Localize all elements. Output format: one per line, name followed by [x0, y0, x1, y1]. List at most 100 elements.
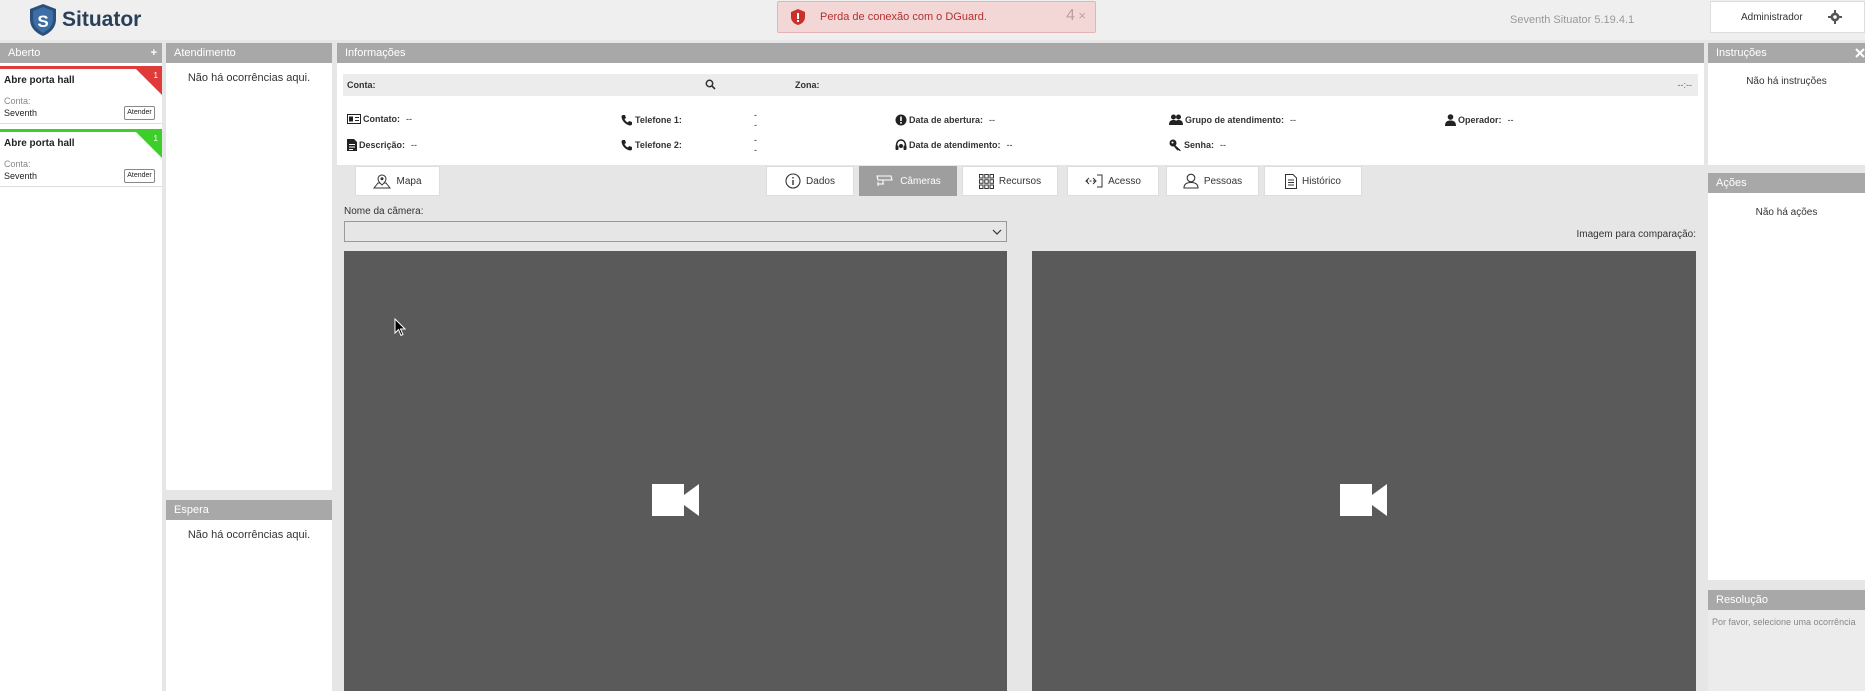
opening-date-value: -- — [989, 115, 996, 125]
password-value: -- — [1220, 140, 1227, 150]
instructions-panel-header: Instruções — [1708, 43, 1865, 63]
phone-icon — [621, 140, 632, 151]
camera-select[interactable] — [344, 221, 1007, 242]
history-document-icon — [1285, 173, 1298, 189]
service-group-label: Grupo de atendimento: — [1185, 114, 1284, 125]
wait-empty-text: Não há ocorrências aqui. — [187, 529, 311, 541]
actions-panel: Ações Não há ações — [1708, 173, 1865, 580]
user-icon — [1445, 114, 1456, 126]
attend-button[interactable]: Atender — [124, 169, 155, 183]
security-camera-icon — [876, 175, 893, 186]
wait-panel: Espera Não há ocorrências aqui. — [166, 500, 332, 691]
service-date-label: Data de atendimento: — [909, 140, 1001, 150]
alert-shield-icon — [791, 9, 805, 25]
description-field: Descrição: -- — [347, 139, 417, 151]
search-icon[interactable] — [705, 79, 716, 90]
tab-cameras[interactable]: Câmeras — [859, 166, 957, 196]
tab-resources[interactable]: Recursos — [962, 166, 1058, 196]
tab-history[interactable]: Histórico — [1264, 166, 1362, 196]
compare-image-panel[interactable] — [1032, 251, 1696, 691]
svg-text:S: S — [37, 12, 48, 31]
phone-icon — [621, 115, 632, 126]
user-name[interactable]: Administrador — [1741, 12, 1803, 23]
info-icon — [785, 173, 801, 189]
map-icon — [373, 173, 392, 188]
person-icon — [1183, 173, 1199, 189]
resolution-panel: Resolução Por favor, selecione uma ocorr… — [1708, 590, 1865, 691]
card-account-value: Seventh — [4, 171, 38, 181]
compare-image-label: Imagem para comparação: — [1576, 229, 1696, 240]
tab-map-label: Mapa — [396, 175, 422, 187]
instructions-empty-text: Não há instruções — [1746, 76, 1827, 87]
card-corner — [136, 69, 162, 95]
phone1-field: Telefone 1: -- — [621, 110, 757, 130]
operator-value: -- — [1507, 115, 1514, 125]
occurrence-card[interactable]: 1 Abre porta hall Conta: Seventh Atender — [0, 66, 162, 124]
chevron-down-icon[interactable] — [992, 228, 1002, 236]
open-panel: Aberto + 1 Abre porta hall Conta: Sevent… — [0, 43, 162, 691]
key-icon — [1169, 139, 1181, 151]
access-icon — [1085, 174, 1103, 188]
password-label: Senha: — [1184, 140, 1215, 150]
wait-panel-title: Espera — [166, 500, 332, 520]
tab-history-label: Histórico — [1302, 175, 1341, 187]
contact-card-icon — [347, 114, 361, 124]
opening-date-field: Data de abertura: -- — [895, 114, 995, 126]
tab-access[interactable]: Acesso — [1067, 166, 1159, 196]
attend-button[interactable]: Atender — [124, 106, 155, 120]
user-menu[interactable]: Administrador — [1710, 1, 1865, 33]
operator-field: Operador: -- — [1445, 114, 1514, 126]
tab-data[interactable]: Dados — [766, 166, 854, 196]
operator-label: Operador: — [1458, 115, 1502, 125]
tab-data-label: Dados — [806, 175, 835, 187]
description-label: Descrição: — [359, 140, 406, 150]
document-icon — [347, 139, 357, 151]
add-icon[interactable]: + — [151, 43, 157, 63]
grid-icon — [978, 173, 994, 189]
zone-label: Zona: — [795, 80, 820, 90]
instructions-panel-title: Instruções — [1716, 47, 1767, 59]
gear-icon[interactable] — [1828, 10, 1842, 24]
tab-people[interactable]: Pessoas — [1166, 166, 1259, 196]
resolution-panel-title: Resolução — [1708, 590, 1865, 610]
resolution-textarea[interactable]: Por favor, selecione uma ocorrência — [1708, 610, 1865, 691]
toast-message: Perda de conexão com o DGuard. — [820, 11, 987, 23]
video-camera-icon — [1340, 484, 1387, 516]
tab-map[interactable]: Mapa — [355, 166, 440, 196]
phone2-field: Telefone 2: -- — [621, 135, 757, 155]
attendance-panel-title: Atendimento — [166, 43, 332, 63]
instructions-panel: Instruções Não há instruções — [1708, 43, 1865, 165]
occurrence-card[interactable]: 1 Abre porta hall Conta: Seventh Atender — [0, 129, 162, 187]
card-account-label: Conta: — [4, 96, 31, 106]
camera-video-panel[interactable] — [344, 251, 1007, 691]
shield-logo-icon: S — [30, 4, 56, 36]
phone1-value: -- — [754, 110, 757, 130]
phone2-label: Telefone 2: — [635, 140, 682, 150]
headset-icon — [895, 139, 907, 150]
contact-field: Contato: -- — [347, 114, 412, 124]
attendance-empty-text: Não há ocorrências aqui. — [187, 72, 311, 84]
actions-panel-title: Ações — [1708, 173, 1865, 193]
resolution-placeholder: Por favor, selecione uma ocorrência — [1712, 617, 1856, 627]
service-date-field: Data de atendimento: -- — [895, 139, 1013, 151]
card-title: Abre porta hall — [4, 138, 75, 149]
open-panel-title: Aberto — [8, 47, 41, 59]
info-panel-title: Informações — [337, 43, 1704, 63]
video-camera-icon — [652, 484, 699, 516]
account-label: Conta: — [347, 80, 376, 90]
toast-close-icon[interactable]: × — [1078, 8, 1086, 23]
mouse-cursor-icon — [394, 318, 406, 337]
group-icon — [1169, 114, 1183, 125]
password-field: Senha: -- — [1169, 139, 1226, 151]
close-icon[interactable] — [1855, 48, 1865, 58]
phone2-value: -- — [754, 135, 757, 155]
logo: S Situator — [28, 3, 141, 37]
account-bar: Conta: Zona: --:-- — [343, 74, 1698, 96]
opening-date-label: Data de abertura: — [909, 115, 984, 125]
contact-value: -- — [406, 114, 412, 124]
card-badge: 1 — [153, 71, 158, 80]
card-badge: 1 — [153, 134, 158, 143]
description-value: -- — [411, 140, 418, 150]
brand-name: Situator — [62, 8, 142, 31]
service-group-field: Grupo de atendimento: -- — [1169, 114, 1296, 125]
